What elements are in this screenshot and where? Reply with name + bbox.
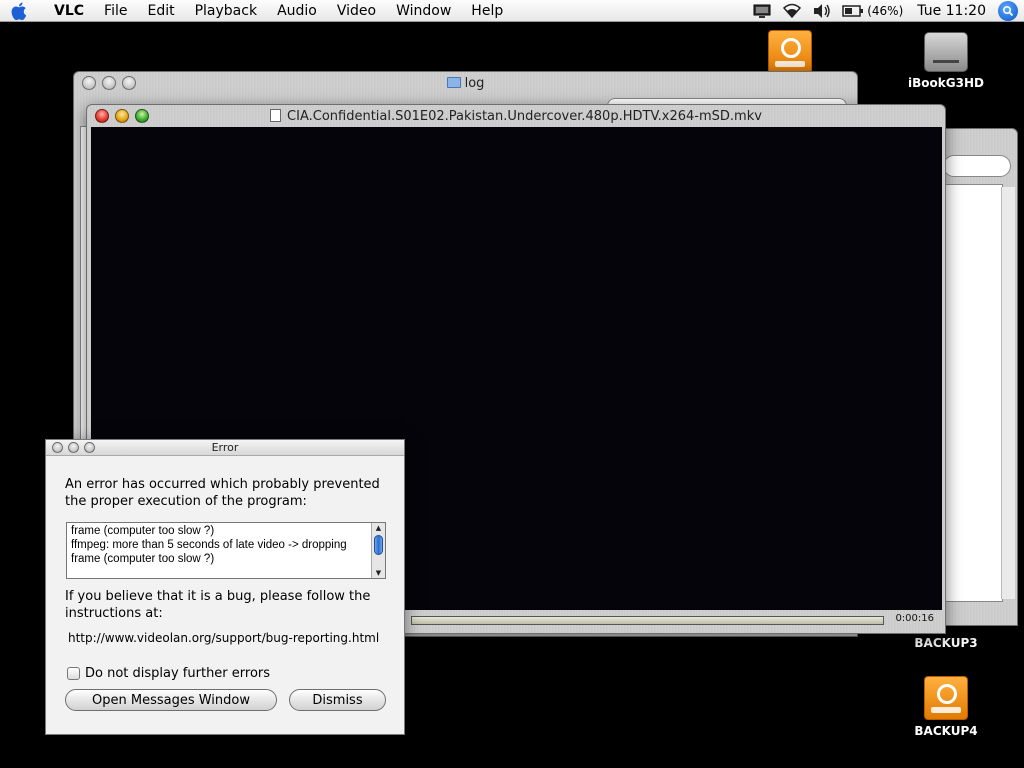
menu-bar: VLC File Edit Playback Audio Video Windo… — [0, 0, 1024, 22]
close-button[interactable] — [82, 76, 96, 90]
search-field[interactable] — [943, 155, 1011, 177]
playback-progress-slider[interactable] — [411, 616, 884, 625]
menu-playback[interactable]: Playback — [185, 3, 267, 19]
menu-file[interactable]: File — [94, 3, 137, 19]
bug-report-message: If you believe that it is a bug, please … — [65, 589, 371, 621]
desktop-icon-ibookg3hd[interactable]: iBookG3HD — [901, 30, 991, 90]
video-file-icon — [270, 108, 282, 122]
scroll-up-arrow-icon[interactable]: ▲ — [372, 523, 385, 533]
desktop-icon-label: BACKUP4 — [914, 724, 978, 738]
battery-icon[interactable] — [842, 0, 864, 22]
volume-icon[interactable] — [812, 0, 832, 22]
zoom-button[interactable] — [84, 442, 95, 453]
desktop-icon-label: iBookG3HD — [908, 76, 984, 90]
battery-percent: (46%) — [867, 4, 904, 18]
menu-clock[interactable]: Tue 11:20 — [917, 3, 986, 19]
minimize-button[interactable] — [68, 442, 79, 453]
window-title: log — [74, 76, 857, 91]
firewire-drive-icon — [768, 30, 812, 74]
log-line: frame (computer too slow ?) — [71, 553, 215, 565]
minimize-button[interactable] — [115, 109, 129, 123]
error-message: An error has occurred which probably pre… — [65, 477, 380, 509]
error-titlebar[interactable]: Error — [46, 440, 404, 456]
close-button[interactable] — [95, 109, 109, 123]
menu-video[interactable]: Video — [327, 3, 386, 19]
desktop-icon-backup4[interactable]: BACKUP4 — [901, 676, 991, 738]
desktop-icon-label: BACKUP3 — [914, 636, 978, 650]
zoom-button[interactable] — [135, 109, 149, 123]
scroll-thumb[interactable] — [374, 535, 383, 555]
dont-display-errors-option[interactable]: Do not display further errors — [67, 666, 270, 681]
menu-audio[interactable]: Audio — [267, 3, 327, 19]
window-title: CIA.Confidential.S01E02.Pakistan.Underco… — [87, 108, 945, 124]
zoom-button[interactable] — [122, 76, 136, 90]
log-line: ffmpeg: more than 5 seconds of late vide… — [71, 539, 347, 551]
apple-menu-icon[interactable] — [0, 0, 40, 22]
firewire-drive-icon — [924, 676, 968, 720]
dont-display-errors-checkbox[interactable] — [67, 667, 80, 680]
menu-app-name[interactable]: VLC — [40, 3, 94, 19]
log-scrollbar[interactable]: ▲ ▼ — [371, 523, 385, 578]
bug-report-url: http://www.videolan.org/support/bug-repo… — [68, 631, 380, 645]
menu-window[interactable]: Window — [386, 3, 461, 19]
wifi-icon[interactable] — [782, 0, 802, 22]
vertical-scrollbar[interactable] — [1001, 187, 1015, 599]
folder-icon — [446, 76, 461, 88]
finder-titlebar[interactable]: log — [74, 72, 857, 94]
dialog-title: Error — [211, 441, 239, 454]
vlc-titlebar[interactable]: CIA.Confidential.S01E02.Pakistan.Underco… — [87, 105, 945, 127]
desktop-icon-backup3[interactable]: BACKUP3 — [901, 636, 991, 650]
content-pane[interactable] — [943, 184, 1003, 602]
elapsed-time: 0:00:16 — [895, 613, 934, 624]
spotlight-icon[interactable] — [998, 1, 1018, 21]
hard-drive-icon — [924, 32, 968, 72]
dismiss-button[interactable]: Dismiss — [289, 689, 386, 711]
close-button[interactable] — [52, 442, 63, 453]
checkbox-label: Do not display further errors — [85, 666, 271, 681]
menu-help[interactable]: Help — [461, 3, 513, 19]
scroll-down-arrow-icon[interactable]: ▼ — [372, 568, 385, 578]
minimize-button[interactable] — [102, 76, 116, 90]
open-messages-window-button[interactable]: Open Messages Window — [65, 689, 277, 711]
menu-edit[interactable]: Edit — [137, 3, 184, 19]
display-icon[interactable] — [752, 0, 772, 22]
log-line: frame (computer too slow ?) — [71, 525, 215, 537]
error-dialog[interactable]: Error An error has occurred which probab… — [45, 439, 405, 735]
error-log-textbox[interactable]: frame (computer too slow ?) ffmpeg: more… — [66, 522, 386, 579]
